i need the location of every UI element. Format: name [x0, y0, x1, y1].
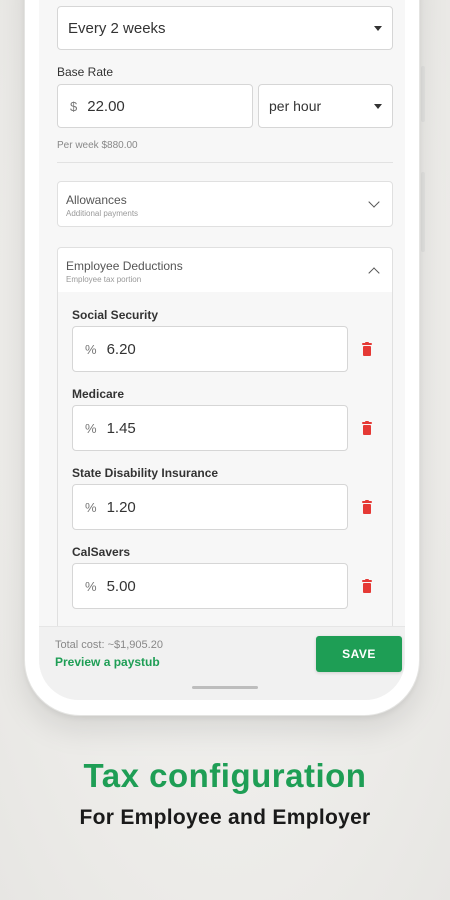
trash-icon[interactable] — [360, 421, 374, 437]
percent-prefix: % — [85, 341, 97, 357]
app-screen: Every 2 weeks Base Rate $ 22.00 per hour… — [39, 0, 405, 700]
caret-down-icon — [374, 26, 382, 31]
employee-deductions-title: Employee Deductions — [66, 259, 183, 273]
deduction-label: State Disability Insurance — [72, 466, 219, 480]
phone-side-button — [421, 172, 425, 252]
trash-icon[interactable] — [360, 500, 374, 516]
promo-headline: Tax configuration — [83, 757, 367, 794]
employee-deductions-accordion[interactable]: Employee Deductions Employee tax portion — [57, 247, 393, 293]
rate-unit-select[interactable]: per hour — [258, 84, 393, 128]
base-rate-input[interactable]: $ 22.00 — [57, 84, 253, 128]
percent-prefix: % — [85, 499, 97, 515]
deduction-input[interactable]: % 1.20 — [72, 484, 348, 530]
caret-down-icon — [374, 104, 382, 109]
percent-prefix: % — [85, 420, 97, 436]
base-rate-value: 22.00 — [87, 97, 125, 115]
deduction-input[interactable]: % 1.45 — [72, 405, 348, 451]
pay-frequency-select[interactable]: Every 2 weeks — [57, 6, 393, 50]
allowances-subtitle: Additional payments — [66, 209, 139, 218]
deduction-value: 6.20 — [106, 340, 136, 358]
deduction-value: 1.20 — [106, 498, 136, 516]
phone-side-button — [421, 66, 425, 122]
currency-prefix: $ — [70, 98, 78, 114]
deduction-input[interactable]: % 6.20 — [72, 326, 348, 372]
save-button[interactable]: SAVE — [316, 636, 402, 672]
per-week-hint: Per week $880.00 — [57, 140, 138, 151]
pay-frequency-value: Every 2 weeks — [68, 19, 166, 37]
home-indicator — [192, 686, 258, 689]
deduction-value: 1.45 — [106, 419, 136, 437]
employee-deductions-subtitle: Employee tax portion — [66, 275, 142, 284]
divider — [57, 162, 393, 163]
deduction-label: Social Security — [72, 308, 159, 322]
scroll-content[interactable]: Every 2 weeks Base Rate $ 22.00 per hour… — [39, 0, 405, 626]
employee-deductions-panel: Social Security % 6.20 Medicare % 1.45 S… — [57, 292, 393, 626]
preview-paystub-link[interactable]: Preview a paystub — [55, 655, 160, 669]
allowances-title: Allowances — [66, 193, 127, 207]
trash-icon[interactable] — [360, 579, 374, 595]
base-rate-label: Base Rate — [57, 65, 114, 79]
deduction-value: 5.00 — [106, 577, 136, 595]
bottom-bar: Total cost: ~$1,905.20 Preview a paystub… — [39, 626, 405, 700]
chevron-down-icon — [368, 196, 380, 208]
percent-prefix: % — [85, 578, 97, 594]
deduction-input[interactable]: % 5.00 — [72, 563, 348, 609]
trash-icon[interactable] — [360, 342, 374, 358]
deduction-label: Medicare — [72, 387, 125, 401]
rate-unit-value: per hour — [269, 98, 322, 114]
deduction-label: CalSavers — [72, 545, 131, 559]
promo-subline: For Employee and Employer — [79, 806, 371, 829]
total-cost: Total cost: ~$1,905.20 — [55, 639, 163, 651]
allowances-accordion[interactable]: Allowances Additional payments — [57, 181, 393, 227]
chevron-up-icon — [368, 267, 380, 279]
